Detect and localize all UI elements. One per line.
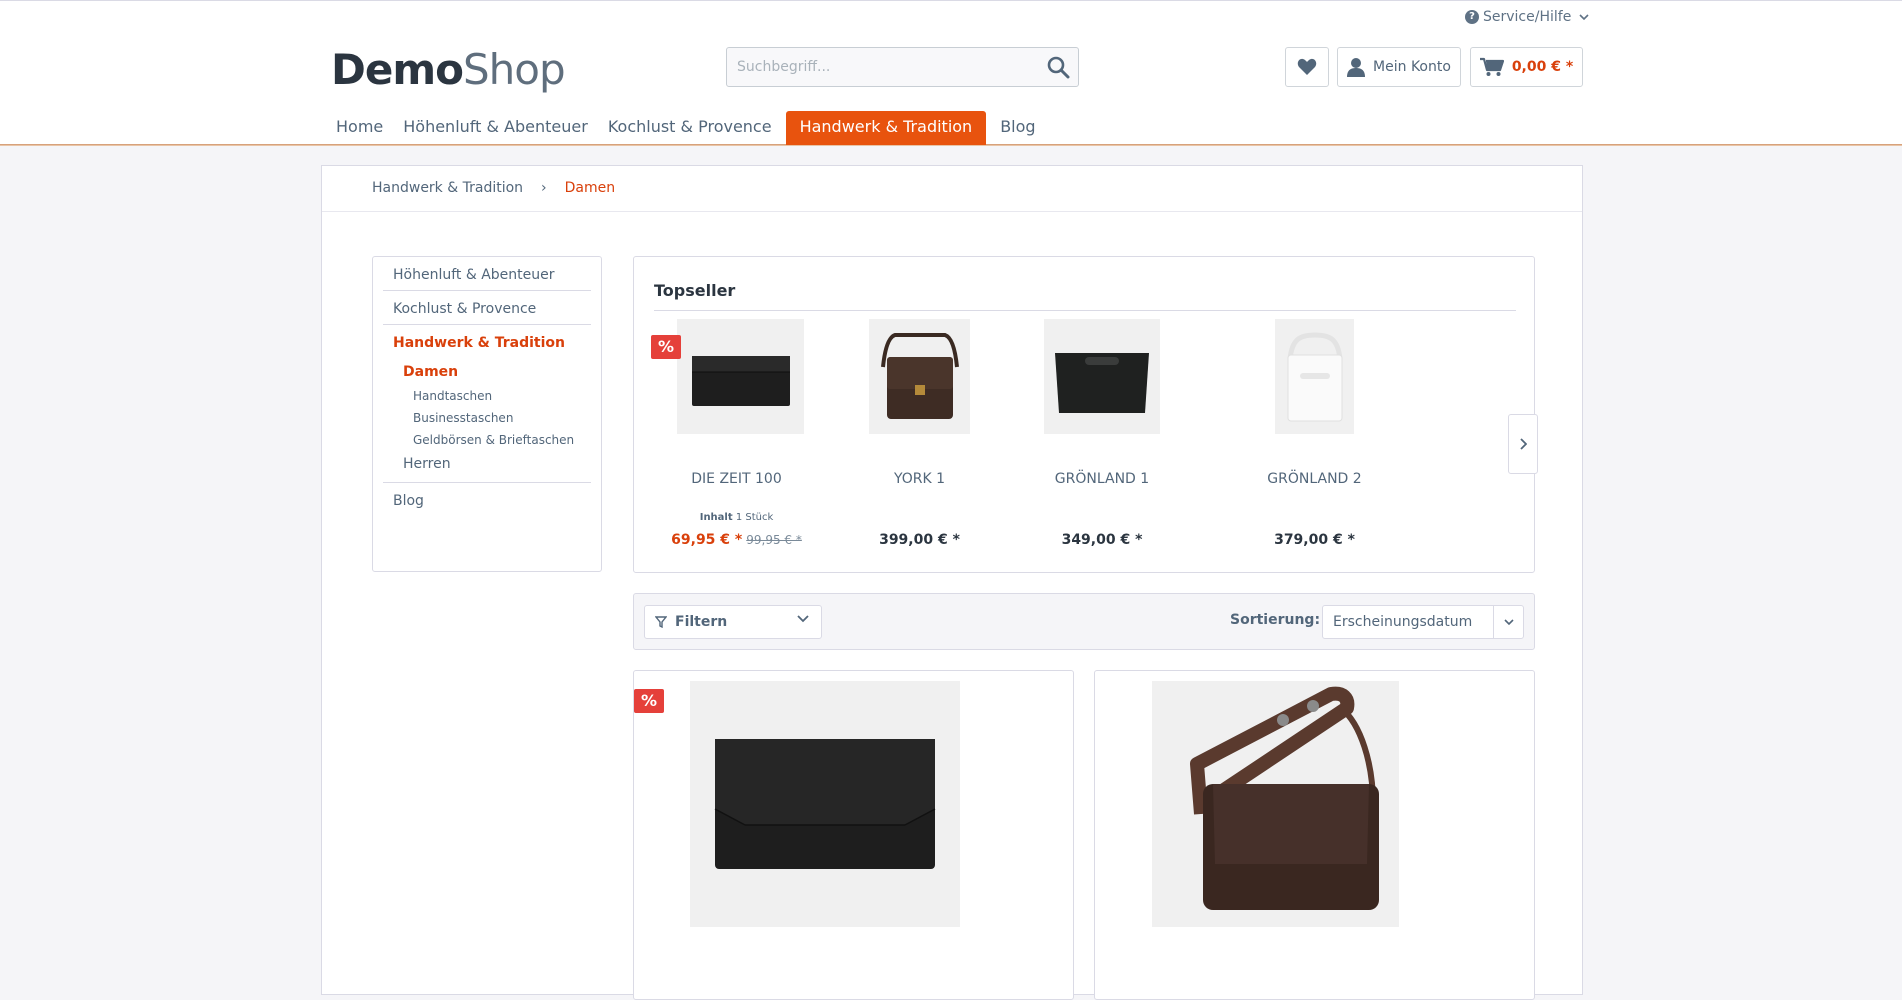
product-image[interactable] [1044, 319, 1160, 434]
messenger-bag-image [1189, 686, 1379, 910]
clutch-image [714, 739, 936, 869]
product-name[interactable]: YORK 1 [854, 471, 985, 487]
sale-badge: % [634, 689, 664, 713]
breadcrumb: Handwerk & Tradition › Damen [372, 180, 615, 196]
sort-select[interactable]: Erscheinungsdatum [1322, 605, 1524, 639]
product-price: 69,95 € * 99,95 € * [671, 532, 802, 548]
sidebar-divider [383, 324, 591, 325]
nav-item-kochlust[interactable]: Kochlust & Provence [598, 111, 782, 146]
service-menu[interactable]: ? Service/Hilfe [1465, 9, 1589, 25]
sidebar-item-herren[interactable]: Herren [403, 456, 451, 472]
product-price: 399,00 € * [879, 532, 960, 548]
product-image[interactable] [1275, 319, 1354, 434]
filter-button[interactable]: Filtern [644, 605, 822, 639]
topseller-product[interactable]: % DIE ZEIT 100 Inhalt 1 Stück 69,95 € * 9… [634, 319, 854, 548]
wishlist-button[interactable] [1285, 47, 1329, 87]
chevron-right-icon [1520, 438, 1527, 450]
topseller-product[interactable]: GRÖNLAND 2 379,00 € * [1252, 319, 1472, 548]
nav-item-handwerk[interactable]: Handwerk & Tradition [785, 111, 987, 146]
product-content: Inhalt 1 Stück [699, 512, 774, 523]
nav-item-blog[interactable]: Blog [990, 111, 1045, 146]
content-container: Handwerk & Tradition › Damen Höhenluft &… [321, 165, 1583, 1000]
sidebar-item-geldboersen[interactable]: Geldbörsen & Brieftaschen [413, 433, 574, 447]
product-image[interactable] [690, 681, 960, 927]
search-box [726, 47, 1079, 87]
cart-button[interactable]: 0,00 € * [1470, 47, 1583, 87]
main-nav: Home Höhenluft & Abenteuer Kochlust & Pr… [326, 111, 1046, 147]
account-label: Mein Konto [1373, 59, 1451, 75]
product-image[interactable] [1152, 681, 1399, 927]
filter-icon [655, 616, 667, 628]
heart-icon [1297, 58, 1317, 75]
chevron-down-icon [1503, 618, 1514, 625]
topseller-divider [654, 310, 1516, 311]
product-name[interactable]: GRÖNLAND 1 [1032, 471, 1172, 487]
topseller-slider: Topseller % DIE ZEIT 100 Inhalt 1 Stück … [633, 256, 1538, 573]
help-icon: ? [1465, 10, 1479, 24]
sale-badge: % [651, 335, 681, 359]
chevron-down-icon [1579, 13, 1589, 20]
sidebar-item-handwerk[interactable]: Handwerk & Tradition [383, 335, 591, 351]
breadcrumb-item-handwerk[interactable]: Handwerk & Tradition [372, 180, 523, 196]
filter-bar: Filtern Sortierung: Erscheinungsdatum [633, 593, 1535, 650]
sidebar-item-blog[interactable]: Blog [383, 493, 591, 509]
breadcrumb-divider [322, 211, 1582, 212]
sidebar-item-businesstaschen[interactable]: Businesstaschen [413, 411, 513, 425]
category-sidebar: Höhenluft & Abenteuer Kochlust & Provenc… [372, 256, 602, 572]
product-card[interactable] [1094, 670, 1535, 1000]
sidebar-item-kochlust[interactable]: Kochlust & Provence [383, 301, 591, 317]
cart-icon [1479, 57, 1504, 76]
product-name[interactable]: DIE ZEIT 100 [634, 471, 839, 487]
cart-amount: 0,00 € * [1511, 59, 1574, 75]
service-label: Service/Hilfe [1483, 9, 1572, 25]
breadcrumb-item-damen[interactable]: Damen [565, 180, 615, 196]
white-bag-image [1287, 331, 1342, 421]
chevron-down-icon [797, 615, 809, 623]
product-price: 379,00 € * [1274, 532, 1355, 548]
sidebar-item-handtaschen[interactable]: Handtaschen [413, 389, 492, 403]
clutch-image [691, 355, 790, 406]
leather-bag-image [1055, 352, 1149, 413]
sort-value: Erscheinungsdatum [1333, 614, 1473, 630]
topseller-product[interactable]: GRÖNLAND 1 349,00 € * [1032, 319, 1252, 548]
product-image[interactable] [677, 319, 804, 434]
product-card[interactable]: % [633, 670, 1074, 1000]
sort-label: Sortierung: [1230, 612, 1321, 628]
product-price: 349,00 € * [1061, 532, 1143, 548]
product-image[interactable] [869, 319, 970, 434]
sidebar-divider [383, 290, 591, 291]
search-icon [1047, 56, 1070, 79]
search-input[interactable] [727, 48, 1027, 86]
search-button[interactable] [1046, 55, 1072, 79]
nav-item-home[interactable]: Home [326, 111, 393, 146]
logo[interactable]: DemoShop [331, 45, 566, 94]
user-icon [1347, 58, 1366, 77]
nav-item-hoehenluft[interactable]: Höhenluft & Abenteuer [393, 111, 598, 146]
sidebar-item-hoehenluft[interactable]: Höhenluft & Abenteuer [383, 267, 591, 283]
topseller-title: Topseller [654, 281, 736, 300]
filter-label: Filtern [675, 614, 728, 630]
messenger-bag-image [880, 332, 959, 419]
slider-next-button[interactable] [1508, 414, 1538, 474]
sort-dropdown-arrow[interactable] [1493, 606, 1523, 638]
sidebar-item-damen[interactable]: Damen [403, 364, 458, 380]
header-accent-line [0, 145, 1902, 146]
sidebar-divider [383, 482, 591, 483]
site-header: ? Service/Hilfe DemoShop Mein Konto 0,00… [0, 1, 1902, 147]
breadcrumb-separator: › [541, 180, 547, 196]
product-name[interactable]: GRÖNLAND 2 [1252, 471, 1377, 487]
account-button[interactable]: Mein Konto [1337, 47, 1461, 87]
